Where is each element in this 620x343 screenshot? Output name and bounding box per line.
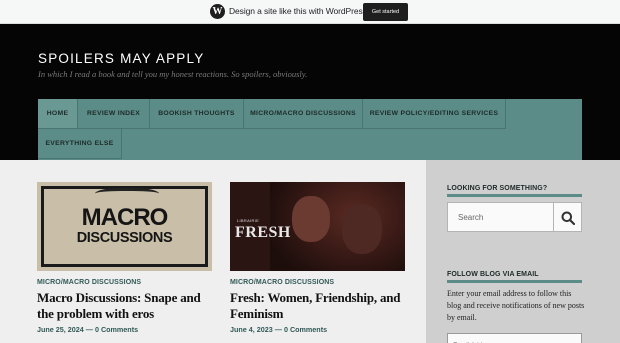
- nav-item-everything-else[interactable]: EVERYTHING ELSE: [38, 129, 122, 159]
- post-title-link[interactable]: Fresh: Women, Friendship, and Feminism: [230, 290, 410, 322]
- nav-item-bookish-thoughts[interactable]: BOOKISH THOUGHTS: [150, 99, 244, 129]
- sidebar: LOOKING FOR SOMETHING? FOLLOW BLOG VIA E…: [426, 160, 620, 343]
- meta-separator: —: [85, 325, 93, 334]
- wordpress-logo-icon[interactable]: W: [210, 4, 225, 19]
- post-meta: June 4, 2023 — 0 Comments: [230, 325, 327, 334]
- nav-item-review-index[interactable]: REVIEW INDEX: [78, 99, 150, 129]
- post-comments-link[interactable]: 0 Comments: [95, 325, 138, 334]
- thumbnail-text-macro: MACRO: [81, 204, 169, 231]
- thumbnail-figure: [342, 204, 382, 254]
- post-category-link[interactable]: MICRO/MACRO DISCUSSIONS: [37, 279, 141, 286]
- main-navigation: HOME REVIEW INDEX BOOKISH THOUGHTS MICRO…: [38, 99, 582, 160]
- main-content: MACRO DISCUSSIONS MICRO/MACRO DISCUSSION…: [0, 160, 426, 343]
- email-input[interactable]: [448, 339, 581, 343]
- wordpress-promo-bar: W Design a site like this with WordPress…: [0, 0, 620, 24]
- get-started-button[interactable]: Get started: [363, 3, 408, 21]
- post-thumbnail[interactable]: MACRO DISCUSSIONS: [37, 182, 212, 271]
- email-field[interactable]: [447, 333, 582, 343]
- thumbnail-text-discussions: DISCUSSIONS: [76, 230, 173, 246]
- widget-divider: [447, 194, 582, 197]
- site-tagline: In which I read a book and tell you my h…: [38, 69, 308, 79]
- thumbnail-small-text: LIBRAIRIE: [237, 218, 260, 223]
- thumbnail-logo-text: FRESH: [235, 224, 291, 241]
- site-header: SPOILERS MAY APPLY In which I read a boo…: [0, 24, 620, 160]
- post-date-link[interactable]: June 25, 2024: [37, 325, 84, 334]
- search-field[interactable]: [447, 202, 554, 232]
- post-date-link[interactable]: June 4, 2023: [230, 325, 273, 334]
- follow-description: Enter your email address to follow this …: [447, 289, 585, 322]
- post-meta: June 25, 2024 — 0 Comments: [37, 325, 138, 334]
- post-comments-link[interactable]: 0 Comments: [284, 325, 327, 334]
- nav-item-review-policy[interactable]: REVIEW POLICY/EDITING SERVICES: [363, 99, 506, 129]
- search-icon: [561, 211, 575, 225]
- promo-text[interactable]: Design a site like this with WordPress.c…: [229, 6, 385, 16]
- post-title-link[interactable]: Macro Discussions: Snape and the problem…: [37, 290, 217, 322]
- search-widget-title: LOOKING FOR SOMETHING?: [447, 185, 548, 192]
- meta-separator: —: [274, 325, 282, 334]
- site-title[interactable]: SPOILERS MAY APPLY: [38, 51, 204, 66]
- nav-item-micro-macro-discussions[interactable]: MICRO/MACRO DISCUSSIONS: [244, 99, 363, 129]
- follow-widget-title: FOLLOW BLOG VIA EMAIL: [447, 271, 539, 278]
- post-thumbnail[interactable]: LIBRAIRIE FRESH: [230, 182, 405, 271]
- widget-divider: [447, 280, 582, 283]
- glasses-shape: [95, 188, 159, 202]
- post-category-link[interactable]: MICRO/MACRO DISCUSSIONS: [230, 279, 334, 286]
- search-button[interactable]: [554, 202, 582, 232]
- nav-item-home[interactable]: HOME: [38, 99, 78, 129]
- search-input[interactable]: [448, 203, 553, 231]
- thumbnail-figure: [292, 196, 330, 242]
